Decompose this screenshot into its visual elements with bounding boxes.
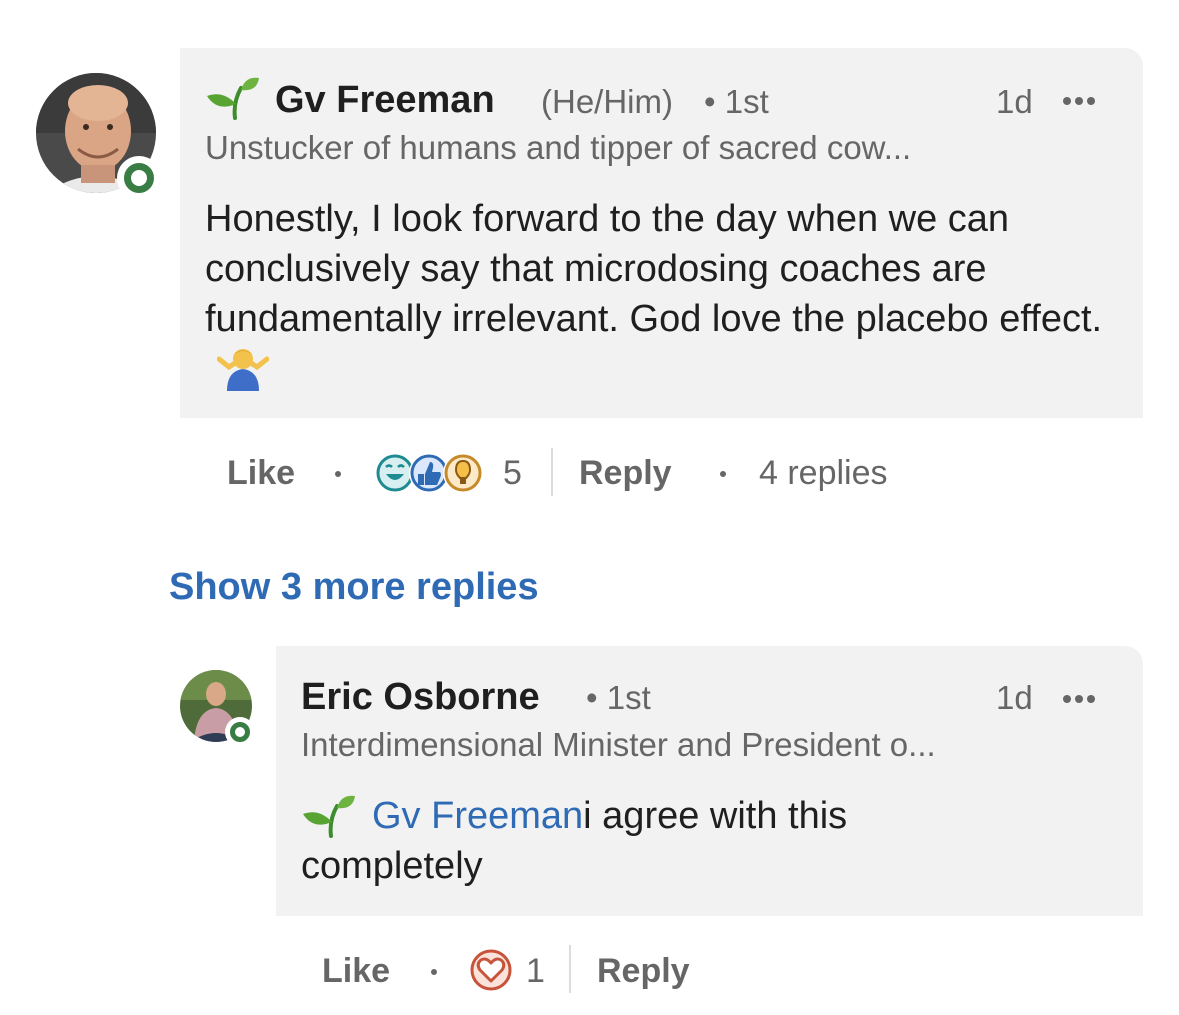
reply-body-text: i agree with this — [583, 795, 848, 837]
online-status-indicator — [117, 156, 161, 200]
reply-body-line1: Gv Freemani agree with this — [372, 791, 847, 841]
reaction-count[interactable]: 1 — [526, 951, 545, 991]
reply-author-headline: Interdimensional Minister and President … — [301, 726, 936, 763]
reply-author-name[interactable]: Eric Osborne — [301, 675, 540, 719]
more-options-icon[interactable] — [1063, 97, 1095, 105]
mention-link[interactable]: Gv Freeman — [372, 795, 583, 837]
seedling-icon — [301, 794, 357, 838]
insightful-icon — [443, 453, 483, 493]
comment-body: Honestly, I look forward to the day when… — [205, 194, 1125, 404]
connection-degree: • 1st — [704, 83, 769, 120]
reply-button[interactable]: Reply — [579, 453, 672, 493]
reply-button[interactable]: Reply — [597, 951, 690, 991]
show-more-replies-link[interactable]: Show 3 more replies — [169, 564, 539, 610]
reply-body-line2: completely — [301, 845, 483, 887]
separator-dot — [335, 471, 341, 477]
replies-count[interactable]: 4 replies — [759, 453, 888, 493]
comment-timestamp: 1d — [996, 83, 1033, 120]
separator-dot — [431, 969, 437, 975]
author-pronouns: (He/Him) — [541, 83, 673, 120]
seedling-icon — [205, 76, 261, 120]
online-status-indicator — [225, 717, 255, 747]
separator-dot — [720, 471, 726, 477]
author-headline: Unstucker of humans and tipper of sacred… — [205, 129, 912, 166]
action-divider — [569, 945, 571, 993]
action-divider — [551, 448, 553, 496]
comment-author-name[interactable]: Gv Freeman — [275, 78, 495, 122]
more-options-icon[interactable] — [1063, 695, 1095, 703]
reply-timestamp: 1d — [996, 679, 1033, 716]
love-icon[interactable] — [469, 948, 513, 992]
shrug-emoji-icon — [216, 345, 270, 404]
reaction-count[interactable]: 5 — [503, 453, 522, 493]
like-button[interactable]: Like — [322, 951, 390, 991]
connection-degree: • 1st — [586, 679, 651, 716]
comment-body-text: Honestly, I look forward to the day when… — [205, 198, 1103, 340]
like-button[interactable]: Like — [227, 453, 295, 493]
reaction-icons[interactable] — [374, 450, 492, 496]
